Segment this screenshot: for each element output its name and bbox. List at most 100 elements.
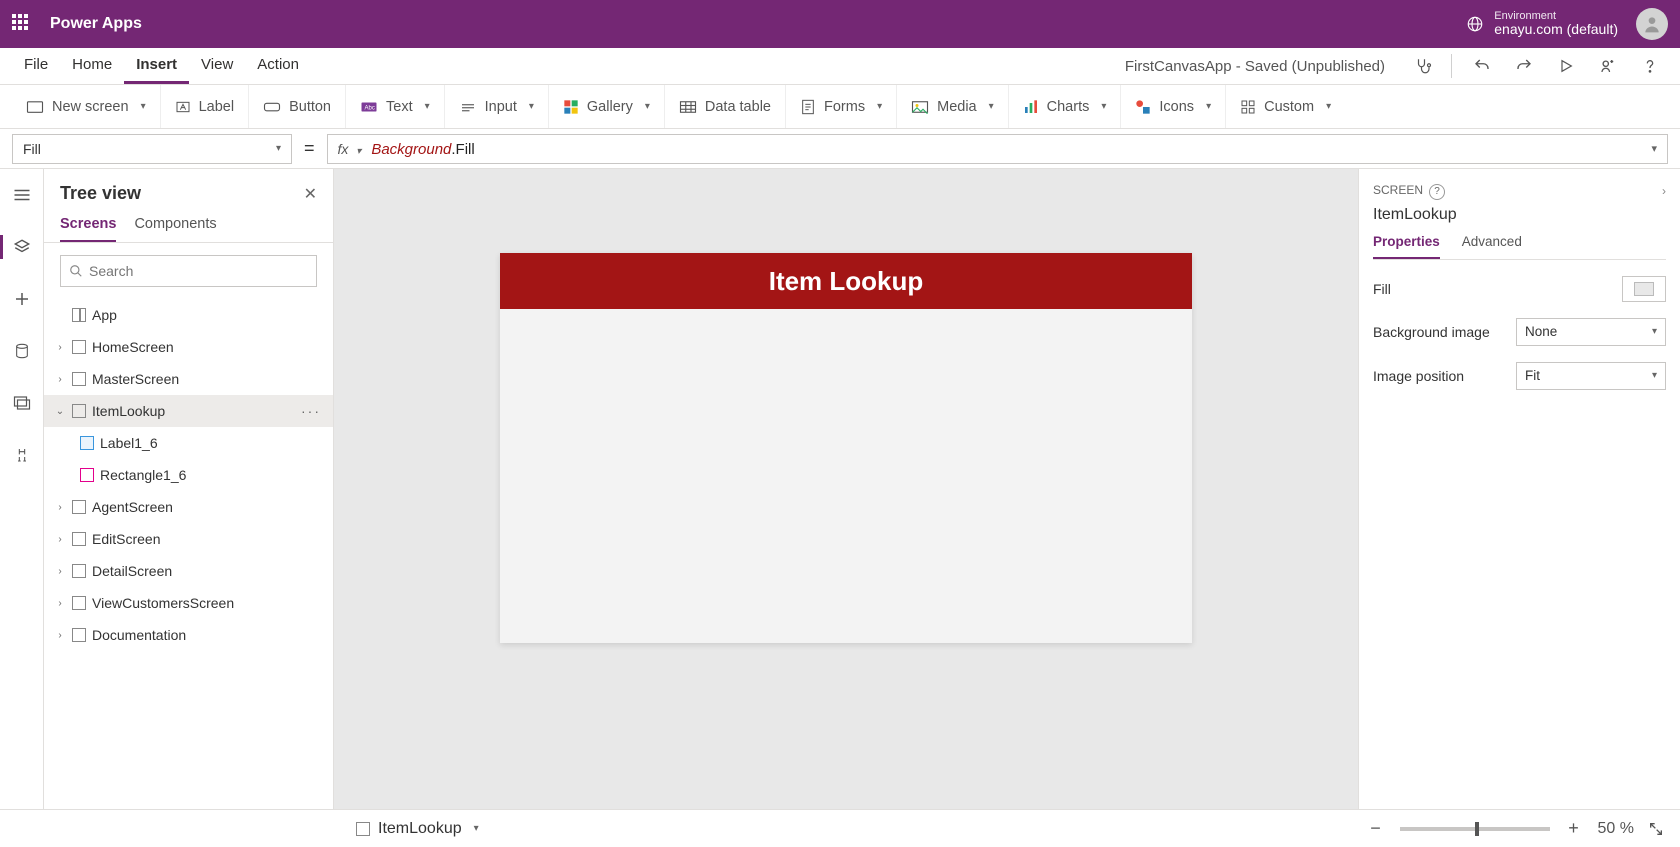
globe-icon	[1466, 15, 1484, 33]
environment-selector[interactable]: Environment enayu.com (default)	[1466, 10, 1618, 37]
media-button[interactable]: Media▾	[897, 85, 1009, 128]
screen-icon	[356, 822, 370, 836]
menu-view[interactable]: View	[189, 48, 245, 84]
data-button[interactable]	[6, 335, 38, 367]
svg-text:Abc: Abc	[365, 105, 375, 111]
tree-search[interactable]	[60, 255, 317, 287]
media-button-rail[interactable]	[6, 387, 38, 419]
table-icon	[679, 100, 697, 114]
formula-input[interactable]: fx ▾ Background.Fill ▾	[327, 134, 1668, 164]
tab-screens[interactable]: Screens	[60, 216, 116, 242]
tree-item-agentscreen[interactable]: ›AgentScreen	[44, 491, 333, 523]
app-checker-button[interactable]	[1403, 48, 1441, 84]
tree-item-documentation[interactable]: ›Documentation	[44, 619, 333, 651]
forms-button[interactable]: Forms▾	[786, 85, 897, 128]
plus-icon	[13, 290, 31, 308]
tree-item-rectangle1-6[interactable]: Rectangle1_6	[44, 459, 333, 491]
undo-icon	[1473, 57, 1491, 75]
close-tree-button[interactable]: ✕	[304, 184, 317, 204]
data-table-button[interactable]: Data table	[665, 85, 786, 128]
tab-properties[interactable]: Properties	[1373, 234, 1440, 259]
help-icon[interactable]: ?	[1429, 184, 1445, 200]
canvas-banner[interactable]: Item Lookup	[500, 253, 1192, 309]
text-button[interactable]: Abc Text▾	[346, 85, 445, 128]
custom-button[interactable]: Custom▾	[1226, 85, 1345, 128]
selected-name: ItemLookup	[1373, 206, 1666, 224]
tree-item-homescreen[interactable]: ›HomeScreen	[44, 331, 333, 363]
question-icon	[1642, 56, 1658, 76]
breadcrumb[interactable]: ItemLookup ▾	[356, 820, 479, 838]
input-button[interactable]: Input▾	[445, 85, 549, 128]
new-screen-button[interactable]: New screen▾	[12, 85, 161, 128]
tree-view-button[interactable]	[6, 231, 38, 263]
expand-panel-icon[interactable]: ›	[1662, 184, 1666, 198]
charts-button[interactable]: Charts▾	[1009, 85, 1122, 128]
app-title: Power Apps	[50, 15, 142, 33]
fx-icon: fx ▾	[338, 141, 362, 157]
fill-color-picker[interactable]	[1622, 276, 1666, 302]
tree-item-viewcustomersscreen[interactable]: ›ViewCustomersScreen	[44, 587, 333, 619]
canvas-screen[interactable]: Item Lookup	[500, 253, 1192, 643]
stethoscope-icon	[1414, 57, 1432, 75]
doc-status: FirstCanvasApp - Saved (Unpublished)	[1125, 58, 1399, 75]
properties-panel: SCREEN? › ItemLookup Properties Advanced…	[1358, 169, 1680, 809]
user-avatar[interactable]	[1636, 8, 1668, 40]
hamburger-button[interactable]	[6, 179, 38, 211]
more-icon[interactable]: ···	[301, 403, 321, 419]
tree-item-label1-6[interactable]: Label1_6	[44, 427, 333, 459]
tree-item-itemlookup[interactable]: ⌄ItemLookup···	[44, 395, 333, 427]
tab-advanced[interactable]: Advanced	[1462, 234, 1522, 259]
gallery-button[interactable]: Gallery▾	[549, 85, 665, 128]
app-launcher-icon[interactable]	[12, 14, 32, 34]
zoom-value: 50 %	[1598, 820, 1634, 838]
property-selector[interactable]: Fill▾	[12, 134, 292, 164]
wrench-icon	[14, 446, 30, 464]
icons-button[interactable]: Icons▾	[1121, 85, 1226, 128]
redo-icon	[1515, 57, 1533, 75]
formula-bar: Fill▾ = fx ▾ Background.Fill ▾	[0, 129, 1680, 169]
tree-item-app[interactable]: App	[44, 299, 333, 331]
tree-item-editscreen[interactable]: ›EditScreen	[44, 523, 333, 555]
expand-icon	[1648, 821, 1664, 837]
grid-icon	[1240, 99, 1256, 115]
menu-action[interactable]: Action	[245, 48, 311, 84]
chart-icon	[1023, 99, 1039, 115]
menu-file[interactable]: File	[12, 48, 60, 84]
fit-to-window-button[interactable]	[1648, 821, 1664, 837]
hamburger-icon	[13, 188, 31, 202]
share-button[interactable]	[1588, 48, 1626, 84]
zoom-slider[interactable]	[1400, 827, 1550, 831]
canvas-area[interactable]: Item Lookup	[334, 169, 1358, 809]
button-button[interactable]: Button	[249, 85, 346, 128]
env-label: Environment	[1494, 10, 1618, 22]
tree-item-detailscreen[interactable]: ›DetailScreen	[44, 555, 333, 587]
menu-insert[interactable]: Insert	[124, 48, 189, 84]
monitor-icon	[13, 395, 31, 411]
app-header: Power Apps Environment enayu.com (defaul…	[0, 0, 1680, 48]
tab-components[interactable]: Components	[134, 216, 216, 242]
imgpos-dropdown[interactable]: Fit▾	[1516, 362, 1666, 390]
expand-formula-icon[interactable]: ▾	[1651, 142, 1657, 155]
status-bar: ItemLookup ▾ − + 50 %	[0, 809, 1680, 847]
text-icon: Abc	[360, 100, 378, 114]
tools-button[interactable]	[6, 439, 38, 471]
label-button[interactable]: Label	[161, 85, 249, 128]
search-input[interactable]	[89, 263, 308, 279]
insert-pane-button[interactable]	[6, 283, 38, 315]
play-button[interactable]	[1546, 48, 1584, 84]
help-button[interactable]	[1630, 48, 1668, 84]
env-name: enayu.com (default)	[1494, 22, 1618, 37]
menu-home[interactable]: Home	[60, 48, 124, 84]
gallery-icon	[563, 99, 579, 115]
insert-ribbon: New screen▾ Label Button Abc Text▾ Input…	[0, 85, 1680, 129]
tree-list: App ›HomeScreen ›MasterScreen ⌄ItemLooku…	[44, 299, 333, 809]
undo-button[interactable]	[1462, 48, 1500, 84]
menu-bar: File Home Insert View Action FirstCanvas…	[0, 48, 1680, 85]
redo-button[interactable]	[1504, 48, 1542, 84]
bgimage-dropdown[interactable]: None▾	[1516, 318, 1666, 346]
image-icon	[911, 100, 929, 114]
tree-item-masterscreen[interactable]: ›MasterScreen	[44, 363, 333, 395]
zoom-out-button[interactable]: −	[1366, 818, 1386, 839]
button-icon	[263, 100, 281, 114]
zoom-in-button[interactable]: +	[1564, 818, 1584, 839]
